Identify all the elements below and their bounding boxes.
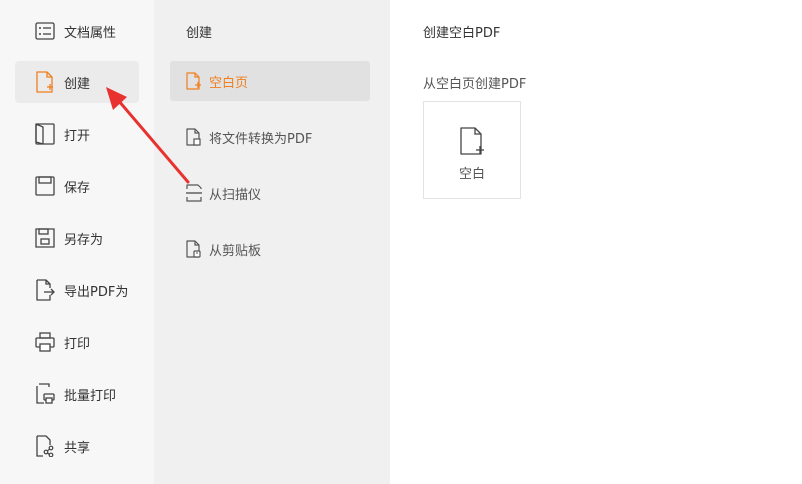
sidebar-item-export-pdf[interactable]: 导出PDF为	[15, 269, 139, 311]
sidebar-item-label: 文档属性	[64, 25, 117, 41]
sidebar-item-document-properties[interactable]: 文档属性	[15, 10, 139, 52]
primary-sidebar: 文档属性 创建 打开 保存 另存为 导出PDF为 打印 批量打印 共享	[0, 0, 154, 484]
blank-document-icon	[459, 126, 487, 158]
submenu-item-label: 从剪贴板	[209, 243, 262, 259]
save-icon	[34, 175, 56, 197]
submenu-item-convert-file[interactable]: 将文件转换为PDF	[170, 117, 370, 157]
export-icon	[34, 279, 56, 301]
open-book-icon	[34, 123, 56, 145]
sidebar-item-label: 打开	[64, 128, 91, 144]
sidebar-item-label: 共享	[64, 440, 91, 456]
submenu-item-blank-page[interactable]: 空白页	[170, 61, 370, 101]
sidebar-item-label: 打印	[64, 336, 91, 352]
submenu-item-label: 将文件转换为PDF	[209, 131, 313, 147]
save-as-icon	[34, 227, 56, 249]
sidebar-item-save[interactable]: 保存	[15, 165, 139, 207]
sidebar-item-save-as[interactable]: 另存为	[15, 217, 139, 259]
sidebar-item-create[interactable]: 创建	[15, 61, 139, 103]
document-properties-icon	[34, 20, 56, 42]
sidebar-item-label: 创建	[64, 76, 91, 92]
blank-page-icon	[185, 72, 203, 90]
sidebar-item-print[interactable]: 打印	[15, 321, 139, 363]
app-root: 文档属性 创建 打开 保存 另存为 导出PDF为 打印 批量打印 共享 创建 空…	[0, 0, 802, 484]
print-icon	[34, 331, 56, 353]
sidebar-item-share[interactable]: 共享	[15, 425, 139, 467]
sidebar-item-open[interactable]: 打开	[15, 113, 139, 155]
section-subtitle: 从空白页创建PDF	[423, 77, 527, 92]
submenu-item-label: 从扫描仪	[209, 187, 262, 203]
scanner-icon	[185, 184, 203, 202]
submenu-item-label: 空白页	[209, 75, 249, 91]
blank-card-label: 空白	[458, 167, 485, 182]
content-panel: 创建空白PDF 从空白页创建PDF 空白	[390, 0, 802, 484]
create-file-icon	[34, 71, 56, 93]
submenu-title: 创建	[186, 26, 213, 41]
sidebar-item-label: 批量打印	[64, 388, 117, 404]
convert-file-icon	[185, 128, 203, 146]
sidebar-item-label: 导出PDF为	[64, 284, 129, 300]
sidebar-item-label: 另存为	[64, 232, 104, 248]
sidebar-item-label: 保存	[64, 180, 91, 196]
clipboard-icon	[185, 240, 203, 258]
blank-template-card[interactable]: 空白	[423, 101, 521, 199]
submenu-item-from-clipboard[interactable]: 从剪贴板	[170, 229, 370, 269]
create-submenu-panel: 创建 空白页 将文件转换为PDF 从扫描仪 从剪贴板	[154, 0, 390, 484]
sidebar-item-batch-print[interactable]: 批量打印	[15, 373, 139, 415]
submenu-item-from-scanner[interactable]: 从扫描仪	[170, 173, 370, 213]
page-title: 创建空白PDF	[423, 26, 501, 41]
batch-print-icon	[34, 383, 56, 405]
share-icon	[34, 435, 56, 457]
